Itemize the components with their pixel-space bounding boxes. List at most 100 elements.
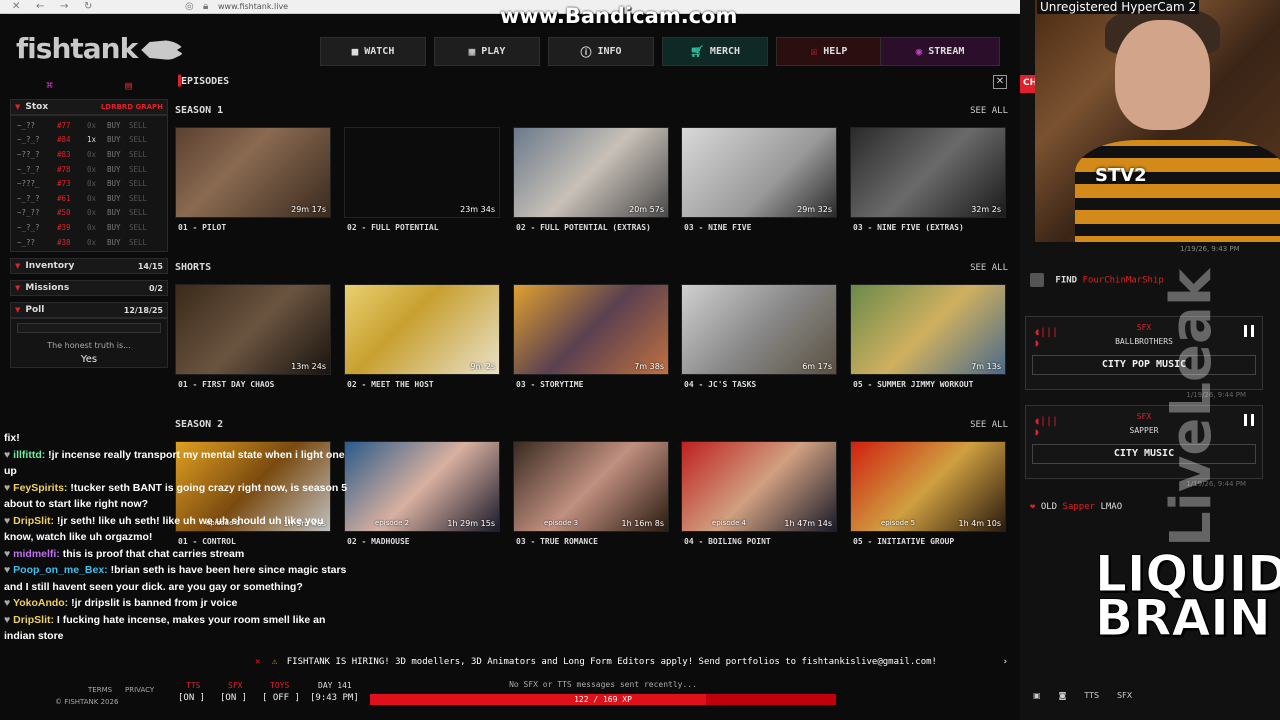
stox-sell-button[interactable]: SELL: [129, 194, 147, 203]
nav-info-button[interactable]: ⓘ INFO: [548, 37, 654, 66]
episode-caption[interactable]: 03 - TRUE ROMANCE: [516, 537, 598, 546]
stox-buy-button[interactable]: BUY: [107, 179, 129, 188]
stox-sell-button[interactable]: SELL: [129, 150, 147, 159]
terms-link[interactable]: TERMS: [88, 686, 112, 694]
stox-buy-button[interactable]: BUY: [107, 238, 129, 247]
stox-sell-button[interactable]: SELL: [129, 135, 147, 144]
stox-sell-button[interactable]: SELL: [129, 223, 147, 232]
stox-price: #61: [57, 193, 71, 203]
privacy-link[interactable]: PRIVACY: [125, 686, 154, 694]
stox-buy-button[interactable]: BUY: [107, 223, 129, 232]
toggle-button[interactable]: [ OFF ]: [262, 693, 300, 703]
forward-arrow-icon[interactable]: →: [60, 1, 68, 12]
image-icon[interactable]: ▣: [1033, 691, 1041, 700]
episode-thumbnail[interactable]: 13m 24s: [175, 284, 331, 375]
poll-header[interactable]: ▼ Poll 12/18/25: [10, 302, 168, 319]
close-episodes-icon[interactable]: ✕: [993, 75, 1007, 89]
episode-thumbnail[interactable]: 7m 13s: [850, 284, 1006, 375]
old-user[interactable]: Sapper: [1063, 502, 1096, 512]
episode-caption[interactable]: 02 - MADHOUSE: [347, 537, 410, 546]
hypercam-watermark: Unregistered HyperCam 2: [1037, 0, 1200, 14]
episode-thumbnail[interactable]: 29m 32s: [681, 127, 837, 218]
stox-buy-button[interactable]: BUY: [107, 208, 129, 217]
episode-caption[interactable]: 01 - PILOT: [178, 223, 226, 232]
missions-title: Missions: [25, 283, 70, 294]
stox-buy-button[interactable]: BUY: [107, 194, 129, 203]
episode-caption[interactable]: 04 - BOILING POINT: [684, 537, 771, 546]
see-all-link[interactable]: SEE ALL: [970, 106, 1008, 116]
chat-username[interactable]: DripSlit:: [13, 515, 54, 527]
episode-caption[interactable]: 03 - NINE FIVE (EXTRAS): [853, 223, 964, 232]
duration-label: 1h 47m 14s: [784, 519, 832, 528]
episode-thumbnail[interactable]: 1h 29m 15s episode 2: [344, 441, 500, 532]
episode-caption[interactable]: 03 - NINE FIVE: [684, 223, 751, 232]
gamepad-tab-icon[interactable]: ⌘: [10, 75, 89, 95]
shop-tab-icon[interactable]: ▤: [89, 75, 168, 95]
episode-caption[interactable]: 05 - INITIATIVE GROUP: [853, 537, 954, 546]
episode-caption[interactable]: 03 - STORYTIME: [516, 380, 583, 389]
see-all-link[interactable]: SEE ALL: [970, 420, 1008, 430]
toggle-button[interactable]: [ON ]: [178, 693, 205, 703]
episode-thumbnail[interactable]: 1h 47m 14s episode 4: [681, 441, 837, 532]
chat-username[interactable]: DripSlit:: [13, 614, 54, 626]
stox-qty: 0x: [87, 208, 97, 218]
badge-icon: ♥: [4, 448, 14, 461]
episode-thumbnail[interactable]: 23m 34s: [344, 127, 500, 218]
episode-caption[interactable]: 02 - MEET THE HOST: [347, 380, 434, 389]
toggle-button[interactable]: [ON ]: [220, 693, 247, 703]
see-all-link[interactable]: SEE ALL: [970, 263, 1008, 273]
stox-sell-button[interactable]: SELL: [129, 121, 147, 130]
chat-username[interactable]: midmelfi:: [13, 548, 60, 560]
episode-thumbnail[interactable]: 1h 16m 8s episode 3: [513, 441, 669, 532]
episode-thumbnail[interactable]: 1h 4m 10s episode 5: [850, 441, 1006, 532]
nav-help-button[interactable]: ☒ HELP: [776, 37, 882, 66]
missions-header[interactable]: ▼ Missions 0/2: [10, 280, 168, 297]
duration-label: 6m 17s: [802, 362, 832, 371]
episode-thumbnail[interactable]: 29m 17s: [175, 127, 331, 218]
duration-label: 1h 4m 10s: [958, 519, 1001, 528]
fishtank-logo[interactable]: fishtank: [16, 32, 184, 65]
episode-thumbnail[interactable]: 9m 2s: [344, 284, 500, 375]
stox-buy-button[interactable]: BUY: [107, 121, 129, 130]
nav-merch-button[interactable]: 🛒︎ MERCH: [662, 37, 768, 66]
tts-button[interactable]: TTS: [1084, 691, 1099, 700]
stox-sell-button[interactable]: SELL: [129, 238, 147, 247]
episode-caption[interactable]: 02 - FULL POTENTIAL (EXTRAS): [516, 223, 651, 232]
back-nav-icon[interactable]: ✕: [12, 1, 20, 12]
back-arrow-icon[interactable]: ←: [36, 1, 44, 12]
stox-controls[interactable]: LDRBRD GRAPH: [101, 103, 163, 111]
episode-caption[interactable]: 04 - JC'S TASKS: [684, 380, 756, 389]
close-notice-icon[interactable]: ✕: [255, 657, 260, 667]
camera-icon[interactable]: ◙: [1059, 691, 1067, 700]
stox-buy-button[interactable]: BUY: [107, 150, 129, 159]
episode-caption[interactable]: 01 - FIRST DAY CHAOS: [178, 380, 274, 389]
sfx-button[interactable]: SFX: [1117, 691, 1132, 700]
chat-username[interactable]: FeySpirits:: [13, 482, 67, 494]
stox-sell-button[interactable]: SELL: [129, 165, 147, 174]
episode-caption[interactable]: 05 - SUMMER JIMMY WORKOUT: [853, 380, 973, 389]
reload-icon[interactable]: ↻: [84, 1, 92, 12]
toggle-button[interactable]: [9:43 PM]: [310, 693, 359, 703]
chat-username[interactable]: Poop_on_me_Bex:: [13, 564, 108, 576]
chat-username[interactable]: illfittd:: [13, 449, 45, 461]
episode-thumbnail[interactable]: 6m 17s: [681, 284, 837, 375]
poll-option[interactable]: Yes: [11, 354, 167, 365]
stox-buy-button[interactable]: BUY: [107, 135, 129, 144]
chat-username[interactable]: YokoAndo:: [13, 597, 68, 609]
nav-play-button[interactable]: ▦ PLAY: [434, 37, 540, 66]
stox-sell-button[interactable]: SELL: [129, 208, 147, 217]
episode-thumbnail[interactable]: 7m 38s: [513, 284, 669, 375]
stox-row: ~?_?? #50 0x BUY SELL: [11, 206, 167, 221]
poll-vote-bar[interactable]: [17, 323, 161, 334]
inventory-header[interactable]: ▼ Inventory 14/15: [10, 258, 168, 275]
url-bar[interactable]: www.fishtank.live: [218, 2, 288, 11]
nav-watch-button[interactable]: ■ WATCH: [320, 37, 426, 66]
nav-stream-button[interactable]: ◉ STREAM: [880, 37, 1000, 66]
stox-header[interactable]: ▼ Stox LDRBRD GRAPH: [10, 99, 168, 115]
stox-sell-button[interactable]: SELL: [129, 179, 147, 188]
stox-buy-button[interactable]: BUY: [107, 165, 129, 174]
episode-caption[interactable]: 02 - FULL POTENTIAL: [347, 223, 439, 232]
episode-thumbnail[interactable]: 20m 57s: [513, 127, 669, 218]
next-notice-icon[interactable]: ›: [1003, 655, 1008, 669]
episode-thumbnail[interactable]: 32m 2s: [850, 127, 1006, 218]
